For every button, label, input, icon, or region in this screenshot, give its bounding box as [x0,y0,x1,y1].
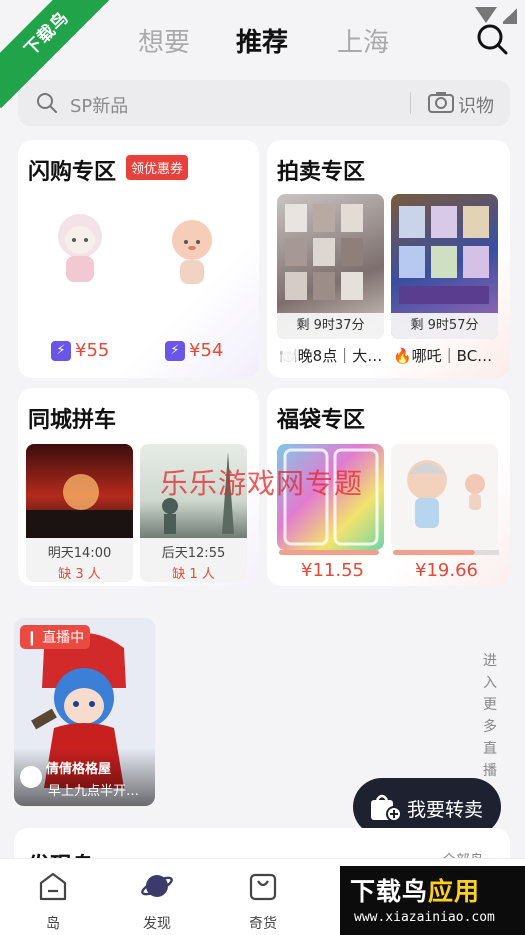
nav-label: 奇货 [249,916,277,932]
camera-icon[interactable] [428,91,454,113]
brand-overlay: 下载鸟应用 www.xiazainiao.com [340,866,525,935]
progress-bar [393,550,475,555]
more-live-char: 直 [483,741,497,757]
avatar[interactable] [20,766,42,788]
auction-card[interactable]: 拍卖专区 剩 9时37分 剩 9时57分 🍽️晚8点｜大… 🔥哪吒｜BC… [267,140,510,378]
brand-title-part2: 应用 [428,877,481,906]
tab-want[interactable]: 想要 [138,22,190,59]
divider [410,92,411,114]
lightning-icon: ⚡ [51,340,71,361]
auction-item-image[interactable]: 剩 9时37分 [277,194,384,339]
more-live-char: 入 [483,675,497,691]
flash-price-1: ⚡ ¥55 [51,340,109,361]
flash-sale-title: 闪购专区 [28,160,117,185]
brand-title: 下载鸟应用 [350,872,480,908]
trading-cards-image [399,206,489,304]
auction-title: 拍卖专区 [277,160,366,185]
get-coupon-badge[interactable]: 领优惠券 [126,155,189,180]
nav-goods[interactable]: 奇货 [228,869,298,933]
bag-icon [249,873,277,901]
figure-keychain-image [407,460,485,528]
flash-price-2: ⚡ ¥54 [165,340,223,361]
wifi-icon [475,7,497,23]
lucky-bag-image[interactable] [391,444,498,550]
recognize-label[interactable]: 识物 [458,92,494,118]
brand-url: www.xiazainiao.com [354,910,495,925]
search-icon[interactable] [475,22,509,56]
more-live-char: 进 [483,653,497,669]
nav-island[interactable]: 岛 [18,869,88,933]
live-host-name: 倩倩格格屋 [46,762,112,777]
search-icon [37,93,57,113]
live-stream-card[interactable]: ❙ 直播中 倩倩格格屋 早上九点半开… [14,618,155,806]
shopping-bag-icon [371,794,401,822]
resell-label: 我要转卖 [407,799,484,821]
search-placeholder[interactable]: SP新品 [70,92,128,118]
live-badge-label: 直播中 [42,630,85,646]
lucky-bag-price: ¥11.55 [301,560,364,581]
tab-recommend[interactable]: 推荐 [236,22,288,59]
more-live-char: 多 [483,719,497,735]
auction-timer: 剩 9时57分 [391,313,498,339]
live-bars-icon: ❙ [26,630,43,646]
nav-label: 岛 [46,916,60,932]
photo-cards-image [285,204,363,300]
carpool-title: 同城拼车 [28,408,117,433]
auction-item-image[interactable]: 剩 9时57分 [391,194,498,339]
progress-track [475,550,499,555]
live-description: 早上九点半开… [48,784,140,799]
carpool-lack: 缺 1 人 [172,567,215,582]
progress-bar [279,550,379,555]
more-live-char: 更 [483,697,497,713]
island-icon [39,872,67,901]
auction-item-title[interactable]: 🍽️晚8点｜大… [279,345,387,366]
carpool-info: 明天14:00 缺 3 人 [26,538,133,582]
carpool-time: 后天12:55 [161,546,226,561]
more-live-char: 播 [483,763,497,779]
auction-item-title[interactable]: 🔥哪吒｜BC… [393,345,501,366]
tab-shanghai[interactable]: 上海 [337,22,389,59]
price-label: ¥54 [189,340,224,361]
lucky-bag-price: ¥19.66 [415,560,478,581]
figure-toy-image[interactable] [160,210,224,294]
price-label: ¥55 [75,340,110,361]
more-live-link[interactable]: 进 入 更 多 直 播 [481,650,499,782]
search-bar[interactable]: SP新品 识物 [18,80,510,126]
lightning-icon: ⚡ [165,340,185,361]
auction-timer: 剩 9时37分 [277,313,384,339]
lucky-bag-title: 福袋专区 [277,408,366,433]
nav-discover[interactable]: 发现 [122,869,192,933]
watermark-text: 乐乐游戏网专题 [160,467,364,500]
brand-title-part1: 下载鸟 [350,877,429,906]
figure-toy-image[interactable] [48,206,112,290]
planet-icon [141,875,173,897]
stage-image [26,474,133,538]
carpool-lack: 缺 3 人 [58,567,101,582]
flash-sale-card[interactable]: 闪购专区 领优惠券 ⚡ ¥55 ⚡ ¥54 [18,140,259,378]
concert-image[interactable] [26,444,133,538]
carpool-info: 后天12:55 缺 1 人 [140,538,247,582]
carpool-time: 明天14:00 [47,546,112,561]
nav-label: 发现 [143,916,171,932]
live-badge: ❙ 直播中 [20,625,91,649]
